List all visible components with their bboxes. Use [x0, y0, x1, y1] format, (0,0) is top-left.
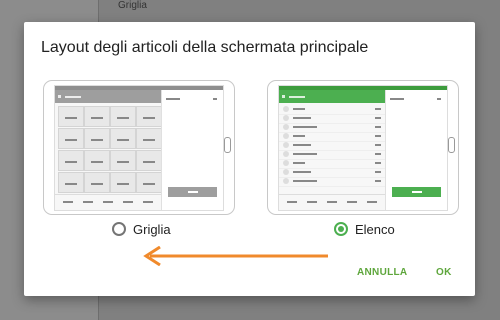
grid-thumbnail-cell: [84, 150, 110, 171]
grid-layout-preview[interactable]: [43, 80, 235, 215]
grid-option-label: Griglia: [133, 221, 171, 237]
list-layout-preview[interactable]: [267, 80, 459, 215]
grid-thumbnail-cell: [58, 172, 84, 193]
grid-thumbnail-cell: [84, 106, 110, 127]
grid-thumbnail-cell: [136, 128, 162, 149]
list-option[interactable]: Elenco: [334, 218, 395, 240]
grid-thumbnail-cell: [136, 172, 162, 193]
grid-radio-button[interactable]: [112, 222, 126, 236]
tablet-home-button: [448, 137, 455, 153]
preview-footer: [279, 194, 385, 207]
list-radio-button[interactable]: [334, 222, 348, 236]
preview-side-pane: [385, 90, 447, 210]
grid-thumbnail-cell: [58, 128, 84, 149]
ok-button[interactable]: OK: [436, 267, 452, 278]
dialog-title: Layout degli articoli della schermata pr…: [41, 39, 369, 56]
background-label: Griglia: [118, 0, 147, 11]
list-thumbnail-row: [279, 177, 385, 187]
list-preview-screen: [278, 85, 448, 211]
preview-footer: [55, 194, 161, 207]
grid-thumbnail-cell: [84, 128, 110, 149]
preview-toolbar: [279, 90, 385, 103]
layout-dialog: Layout degli articoli della schermata pr…: [24, 22, 475, 296]
grid-thumbnail-cell: [136, 150, 162, 171]
list-option-label: Elenco: [355, 221, 395, 237]
grid-thumbnail-cell: [110, 128, 136, 149]
left-arrow-icon: [143, 246, 328, 266]
grid-thumbnail-cell: [84, 172, 110, 193]
grid-thumbnail-cell: [58, 150, 84, 171]
preview-toolbar: [55, 90, 161, 103]
preview-side-pane: [161, 90, 223, 210]
cancel-button[interactable]: ANNULLA: [357, 267, 407, 278]
grid-thumbnail-cell: [110, 150, 136, 171]
grid-thumbnail-cell: [58, 106, 84, 127]
grid-preview-screen: [54, 85, 224, 211]
grid-thumbnail-cell: [136, 106, 162, 127]
grid-thumbnail-cell: [110, 172, 136, 193]
grid-thumbnail-cell: [110, 106, 136, 127]
tablet-home-button: [224, 137, 231, 153]
grid-option[interactable]: Griglia: [112, 218, 171, 240]
